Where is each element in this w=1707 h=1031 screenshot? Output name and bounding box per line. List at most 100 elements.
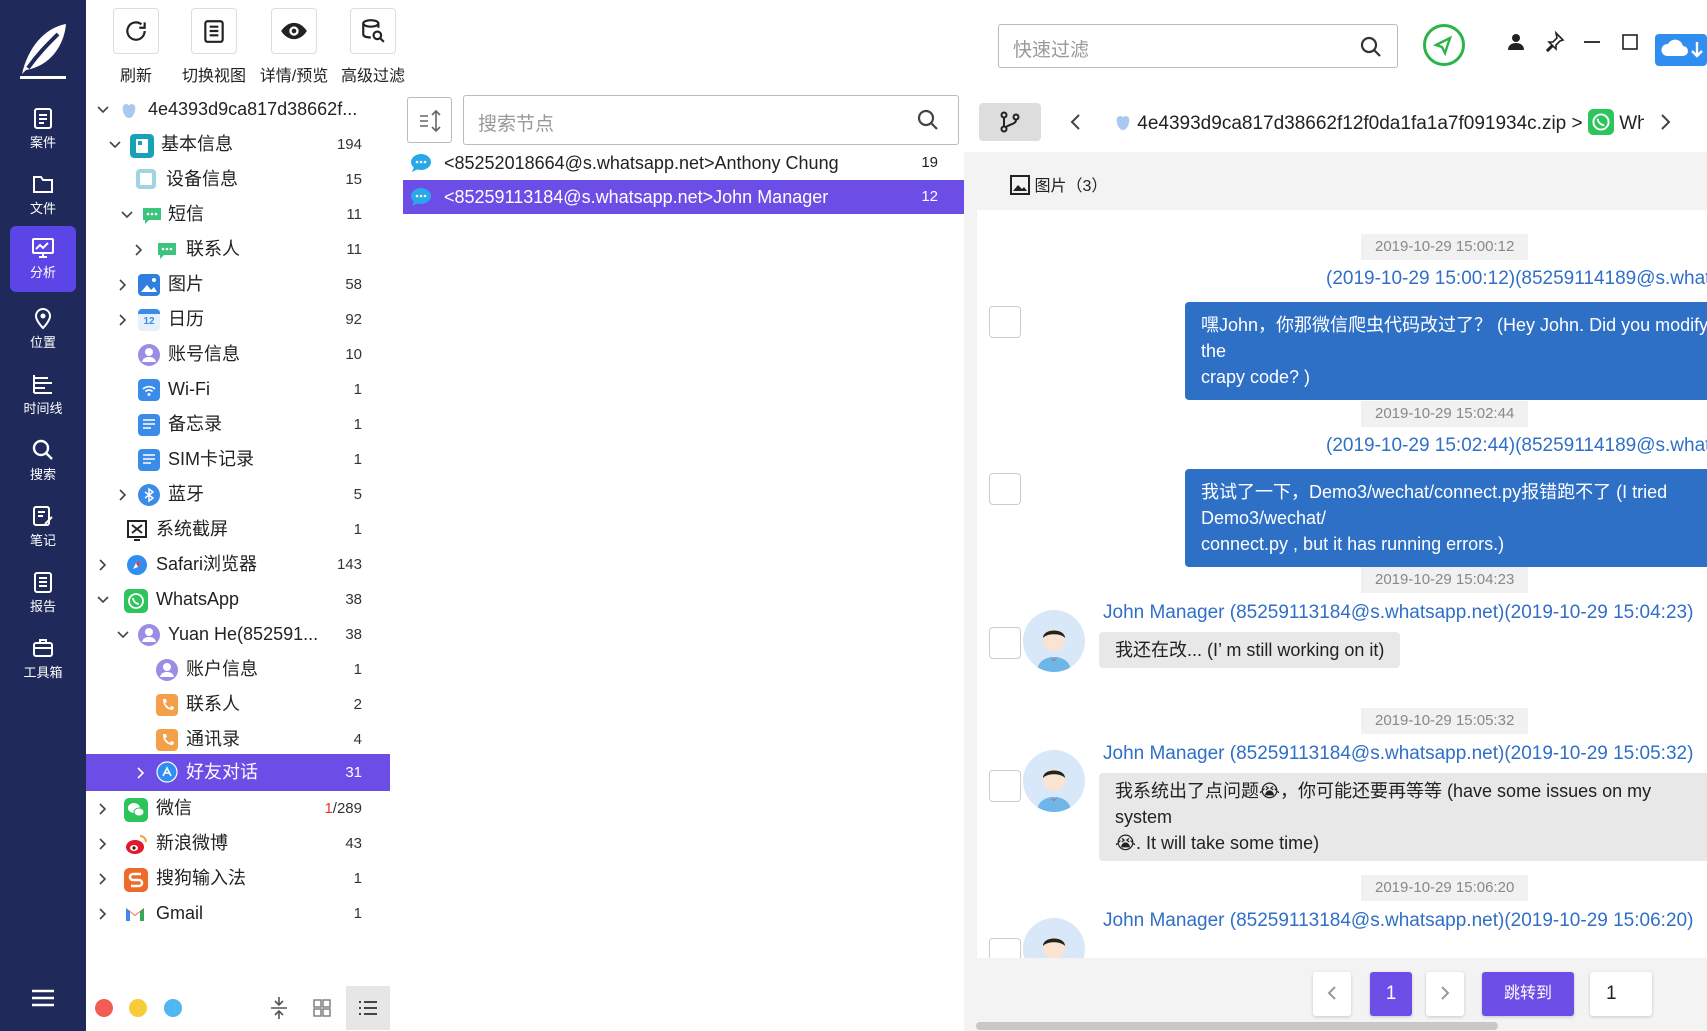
page-number-current[interactable]: 1: [1370, 972, 1412, 1016]
tree-wa-addressbook-label: 通讯录: [186, 729, 240, 749]
tree-root[interactable]: 4e4393d9ca817d38662f...: [86, 92, 390, 127]
phonebook-icon: [156, 729, 178, 751]
chat-count: 19: [921, 154, 938, 171]
yellow-filter-dot[interactable]: [129, 999, 147, 1017]
message-checkbox[interactable]: [989, 473, 1021, 505]
message-timestamp: 2019-10-29 15:06:20: [1361, 875, 1529, 901]
nav-toolbox[interactable]: 工具箱: [10, 626, 76, 692]
incoming-message[interactable]: 我系统出了点问题😭，你可能还要再等等 (have some issues on …: [1099, 773, 1707, 861]
cloud-sync-button[interactable]: [1655, 34, 1707, 66]
message-checkbox[interactable]: [989, 938, 1021, 958]
outgoing-message[interactable]: 我试了一下，Demo3/wechat/connect.py报错跑不了 (I tr…: [1185, 469, 1707, 567]
tree-safari[interactable]: Safari浏览器 143: [86, 547, 390, 582]
jump-page-input[interactable]: 1: [1590, 972, 1652, 1016]
tree-wechat[interactable]: 微信 1/289: [86, 791, 390, 826]
tree-basic-info[interactable]: 基本信息 194: [86, 127, 390, 162]
next-page-button[interactable]: [1426, 972, 1464, 1016]
tree-wa-account-label: 账户信息: [186, 659, 258, 679]
pin-icon[interactable]: [1542, 30, 1566, 54]
chat-title: <85252018664@s.whatsapp.net>Anthony Chun…: [444, 153, 839, 173]
tree-wa-contacts[interactable]: 联系人 2: [86, 687, 390, 722]
wechat-total-count: /289: [332, 800, 362, 817]
prev-page-button[interactable]: [1313, 972, 1351, 1016]
tree-screenshot[interactable]: 系统截屏 1: [86, 512, 390, 547]
tree-sms[interactable]: 短信 11: [86, 197, 390, 232]
refresh-icon: [126, 21, 146, 41]
message-text-line: crapy code? ): [1201, 367, 1311, 387]
message-text-line: 嘿John，你那微信爬虫代码改过了？ (Hey John. Did you mo…: [1201, 315, 1707, 361]
sort-button[interactable]: [407, 97, 452, 143]
chevron-right-icon: [119, 314, 127, 326]
list-view-button[interactable]: [346, 986, 390, 1030]
switch-view-button[interactable]: 切换视图: [178, 8, 250, 86]
chat-list-item-selected[interactable]: <85259113184@s.whatsapp.net>John Manager…: [403, 180, 964, 214]
branch-button[interactable]: [979, 103, 1041, 141]
nav-report[interactable]: 报告: [10, 560, 76, 626]
tree-device-info-count: 15: [345, 171, 362, 188]
tree-screenshot-count: 1: [353, 521, 362, 538]
chat-list-item[interactable]: <85252018664@s.whatsapp.net>Anthony Chun…: [403, 146, 964, 180]
tree-sim[interactable]: SIM卡记录 1: [86, 442, 390, 477]
jump-to-page-button[interactable]: 跳转到: [1482, 972, 1574, 1016]
blue-filter-dot[interactable]: [164, 999, 182, 1017]
hamburger-menu-icon[interactable]: [30, 988, 56, 1008]
tree-photos[interactable]: 图片 58: [86, 267, 390, 302]
nav-search[interactable]: 搜索: [10, 428, 76, 494]
outgoing-message[interactable]: 嘿John，你那微信爬虫代码改过了？ (Hey John. Did you mo…: [1185, 302, 1707, 400]
red-filter-dot[interactable]: [95, 999, 113, 1017]
tree-sms-contacts[interactable]: 联系人 11: [86, 232, 390, 267]
tree-gmail[interactable]: Gmail 1: [86, 896, 390, 931]
tree-bluetooth[interactable]: 蓝牙 5: [86, 477, 390, 512]
message-checkbox[interactable]: [989, 627, 1021, 659]
node-search-input[interactable]: 搜索节点: [463, 95, 959, 145]
nav-files[interactable]: 文件: [10, 162, 76, 228]
refresh-button[interactable]: 刷新: [112, 8, 160, 86]
breadcrumb-path[interactable]: 4e4393d9ca817d38662f12f0da1fa1a7f091934c…: [1137, 113, 1582, 134]
horizontal-scrollbar[interactable]: [976, 1022, 1498, 1030]
grid-view-icon[interactable]: [312, 998, 332, 1018]
tree-wifi[interactable]: Wi-Fi 1: [86, 372, 390, 407]
chevron-left-icon[interactable]: [1068, 112, 1084, 132]
pictures-tab[interactable]: 图片（3）: [1010, 172, 1107, 196]
tree-whatsapp[interactable]: WhatsApp 38: [86, 582, 390, 617]
report-icon: [34, 572, 52, 593]
tree-yuan-he[interactable]: Yuan He(852591... 38: [86, 617, 390, 652]
message-checkbox[interactable]: [989, 770, 1021, 802]
quick-filter-input[interactable]: 快速过滤: [998, 24, 1398, 68]
sogou-icon: [124, 868, 148, 892]
message-checkbox[interactable]: [989, 306, 1021, 338]
nav-notes[interactable]: 笔记: [10, 494, 76, 560]
minimize-icon[interactable]: [1580, 30, 1604, 54]
incoming-message[interactable]: 我还在改... (I’ m still working on it): [1099, 632, 1401, 668]
tree-safari-count: 143: [336, 556, 362, 573]
connection-status-button[interactable]: [1423, 24, 1465, 66]
nav-timeline[interactable]: 时间线: [10, 362, 76, 428]
tree-memo[interactable]: 备忘录 1: [86, 407, 390, 442]
tree-sogou-count: 1: [353, 870, 362, 887]
tree-accounts[interactable]: 账号信息 10: [86, 337, 390, 372]
user-icon[interactable]: [1504, 30, 1528, 54]
tree-calendar[interactable]: 12 日历 92: [86, 302, 390, 337]
apple-icon: [122, 103, 136, 119]
advanced-filter-button[interactable]: 高级过滤: [336, 8, 410, 86]
tree-device-info[interactable]: 设备信息 15: [86, 162, 390, 197]
tree-weibo-label: 新浪微博: [156, 833, 228, 853]
nav-case[interactable]: 案件: [10, 96, 76, 162]
breadcrumb-tail[interactable]: Wh: [1619, 113, 1644, 134]
bluetooth-icon: [138, 484, 160, 506]
nav-location[interactable]: 位置: [10, 296, 76, 362]
tree-wa-account[interactable]: 账户信息 1: [86, 652, 390, 687]
toolbox-icon: [33, 639, 53, 657]
collapse-all-icon[interactable]: [268, 996, 290, 1020]
tree-sogou[interactable]: 搜狗输入法 1: [86, 861, 390, 896]
picture-icon: [1010, 175, 1030, 195]
message-text-line: 我试了一下，Demo3/wechat/connect.py报错跑不了 (I tr…: [1201, 482, 1668, 528]
details-preview-button[interactable]: 详情/预览: [254, 8, 334, 86]
maximize-icon[interactable]: [1618, 30, 1642, 54]
nav-analysis[interactable]: 分析: [10, 226, 76, 292]
tree-wa-addressbook[interactable]: 通讯录 4: [86, 722, 390, 757]
tree-wa-chats[interactable]: 好友对话 31: [86, 754, 390, 791]
chevron-right-icon[interactable]: [1657, 112, 1673, 132]
tree-sim-count: 1: [353, 451, 362, 468]
tree-weibo[interactable]: 新浪微博 43: [86, 826, 390, 861]
